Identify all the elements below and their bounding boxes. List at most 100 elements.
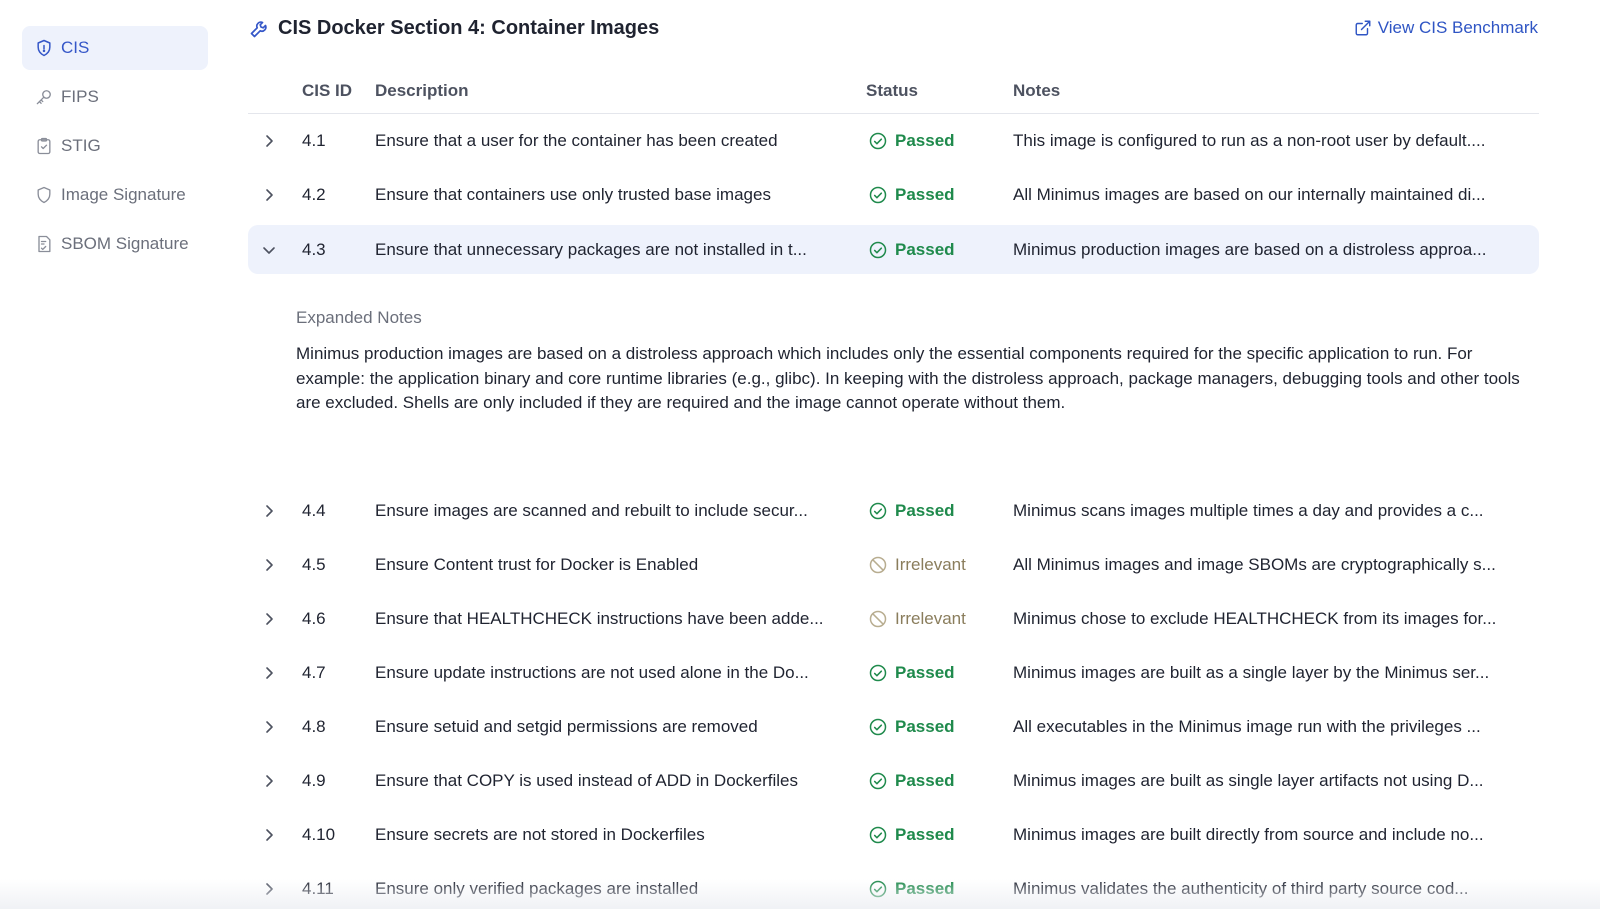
check-circle-icon — [868, 717, 888, 737]
sidebar-item-label: Image Signature — [61, 185, 186, 204]
chevron-down-icon[interactable] — [258, 225, 280, 274]
cis-id: 4.10 — [302, 825, 336, 844]
shield-icon — [34, 38, 54, 58]
cis-id: 4.4 — [302, 501, 326, 520]
table-row[interactable]: 4.7 Ensure update instructions are not us… — [248, 646, 1539, 700]
cis-id: 4.8 — [302, 717, 326, 736]
check-circle-icon — [868, 131, 888, 151]
wrench-icon — [248, 16, 272, 40]
row-description: Ensure secrets are not stored in Dockerf… — [375, 825, 705, 844]
column-header-status: Status — [866, 81, 918, 100]
table-row[interactable]: 4.4 Ensure images are scanned and rebuilt… — [248, 484, 1539, 538]
row-description: Ensure that unnecessary packages are not… — [375, 239, 807, 259]
column-header-description: Description — [375, 81, 469, 100]
check-circle-icon — [868, 185, 888, 205]
document-check-icon — [34, 234, 54, 254]
chevron-right-icon[interactable] — [258, 808, 280, 862]
sidebar-item-fips[interactable]: FIPS — [22, 75, 208, 119]
sidebar-item-image-signature[interactable]: Image Signature — [22, 173, 208, 217]
cis-id: 4.6 — [302, 609, 326, 628]
status-badge: Passed — [868, 754, 1003, 808]
chevron-right-icon[interactable] — [258, 484, 280, 538]
title-group: CIS Docker Section 4: Container Images — [248, 16, 659, 40]
prohibited-icon — [868, 555, 888, 575]
check-circle-icon — [868, 663, 888, 683]
cis-checks-table: CIS ID Description Status Notes 4.1 Ensur… — [248, 70, 1539, 909]
check-circle-icon — [868, 240, 888, 260]
status-badge: Passed — [868, 168, 1003, 222]
page-header: CIS Docker Section 4: Container Images V… — [248, 12, 1538, 48]
sidebar-item-label: CIS — [61, 38, 90, 57]
cis-id: 4.9 — [302, 771, 326, 790]
table-row[interactable]: 4.6 Ensure that HEALTHCHECK instructions … — [248, 592, 1539, 646]
chevron-right-icon[interactable] — [258, 700, 280, 754]
check-circle-icon — [868, 771, 888, 791]
row-notes: All executables in the Minimus image run… — [1013, 717, 1481, 736]
chevron-right-icon[interactable] — [258, 646, 280, 700]
table-body: 4.1 Ensure that a user for the container … — [248, 114, 1539, 909]
status-badge: Passed — [868, 700, 1003, 754]
chevron-right-icon[interactable] — [258, 592, 280, 646]
status-badge: Irrelevant — [868, 592, 1003, 646]
row-description: Ensure that COPY is used instead of ADD … — [375, 771, 798, 790]
row-notes: This image is configured to run as a non… — [1013, 131, 1486, 150]
status-badge: Passed — [868, 808, 1003, 862]
status-badge: Passed — [868, 114, 1003, 168]
table-row[interactable]: 4.10 Ensure secrets are not stored in Doc… — [248, 808, 1539, 862]
row-notes: All Minimus images are based on our inte… — [1013, 185, 1486, 204]
app-root: CIS FIPS STIG Image Signature SBOM Signa… — [0, 0, 1600, 909]
row-notes: Minimus images are built as a single lay… — [1013, 663, 1490, 682]
sidebar-item-sbom-signature[interactable]: SBOM Signature — [22, 222, 208, 266]
sidebar-item-cis[interactable]: CIS — [22, 26, 208, 70]
sidebar-item-label: STIG — [61, 136, 101, 155]
row-description: Ensure setuid and setgid permissions are… — [375, 717, 758, 736]
clipboard-check-icon — [34, 136, 54, 156]
chevron-right-icon[interactable] — [258, 754, 280, 808]
row-description: Ensure that a user for the container has… — [375, 131, 778, 150]
view-cis-benchmark-link[interactable]: View CIS Benchmark — [1354, 18, 1538, 38]
row-description: Ensure that HEALTHCHECK instructions hav… — [375, 609, 824, 628]
chevron-right-icon[interactable] — [258, 114, 280, 168]
table-row[interactable]: 4.5 Ensure Content trust for Docker is En… — [248, 538, 1539, 592]
sidebar-item-label: SBOM Signature — [61, 234, 189, 253]
chevron-right-icon[interactable] — [258, 538, 280, 592]
table-row[interactable]: 4.8 Ensure setuid and setgid permissions … — [248, 700, 1539, 754]
row-description: Ensure Content trust for Docker is Enabl… — [375, 555, 699, 574]
table-row[interactable]: 4.3 Ensure that unnecessary packages are … — [248, 225, 1539, 274]
row-notes: Minimus images are built as single layer… — [1013, 771, 1484, 790]
expanded-notes-body: Minimus production images are based on a… — [296, 344, 1520, 412]
column-header-id: CIS ID — [302, 81, 353, 100]
sidebar-item-stig[interactable]: STIG — [22, 124, 208, 168]
status-badge: Irrelevant — [868, 538, 1003, 592]
row-description: Ensure update instructions are not used … — [375, 663, 809, 682]
row-description: Ensure that containers use only trusted … — [375, 185, 771, 204]
table-row[interactable]: 4.9 Ensure that COPY is used instead of A… — [248, 754, 1539, 808]
cis-id: 4.2 — [302, 185, 326, 204]
chevron-right-icon[interactable] — [258, 168, 280, 222]
row-notes: Minimus images are built directly from s… — [1013, 825, 1484, 844]
check-circle-icon — [868, 825, 888, 845]
table-row[interactable]: 4.1 Ensure that a user for the container … — [248, 114, 1539, 168]
row-description: Ensure images are scanned and rebuilt to… — [375, 501, 808, 520]
column-header-notes: Notes — [1013, 81, 1061, 100]
status-badge: Passed — [868, 646, 1003, 700]
expanded-notes-panel: Expanded Notes Minimus production images … — [248, 274, 1539, 484]
check-circle-icon — [868, 501, 888, 521]
expanded-notes-heading: Expanded Notes — [296, 308, 422, 327]
table-row[interactable]: 4.2 Ensure that containers use only trust… — [248, 168, 1539, 222]
shield-outline-icon — [34, 185, 54, 205]
cis-id: 4.7 — [302, 663, 326, 682]
link-label: View CIS Benchmark — [1377, 18, 1538, 37]
cis-id: 4.3 — [302, 239, 326, 259]
row-notes: Minimus production images are based on a… — [1013, 239, 1487, 259]
cis-id: 4.5 — [302, 555, 326, 574]
status-badge: Passed — [868, 484, 1003, 538]
cis-id: 4.1 — [302, 131, 326, 150]
external-link-icon — [1354, 19, 1372, 37]
key-icon — [34, 87, 54, 107]
row-notes: Minimus chose to exclude HEALTHCHECK fro… — [1013, 609, 1497, 628]
bottom-fade — [0, 879, 1600, 909]
prohibited-icon — [868, 609, 888, 629]
row-notes: Minimus scans images multiple times a da… — [1013, 501, 1484, 520]
sidebar-item-label: FIPS — [61, 87, 99, 106]
